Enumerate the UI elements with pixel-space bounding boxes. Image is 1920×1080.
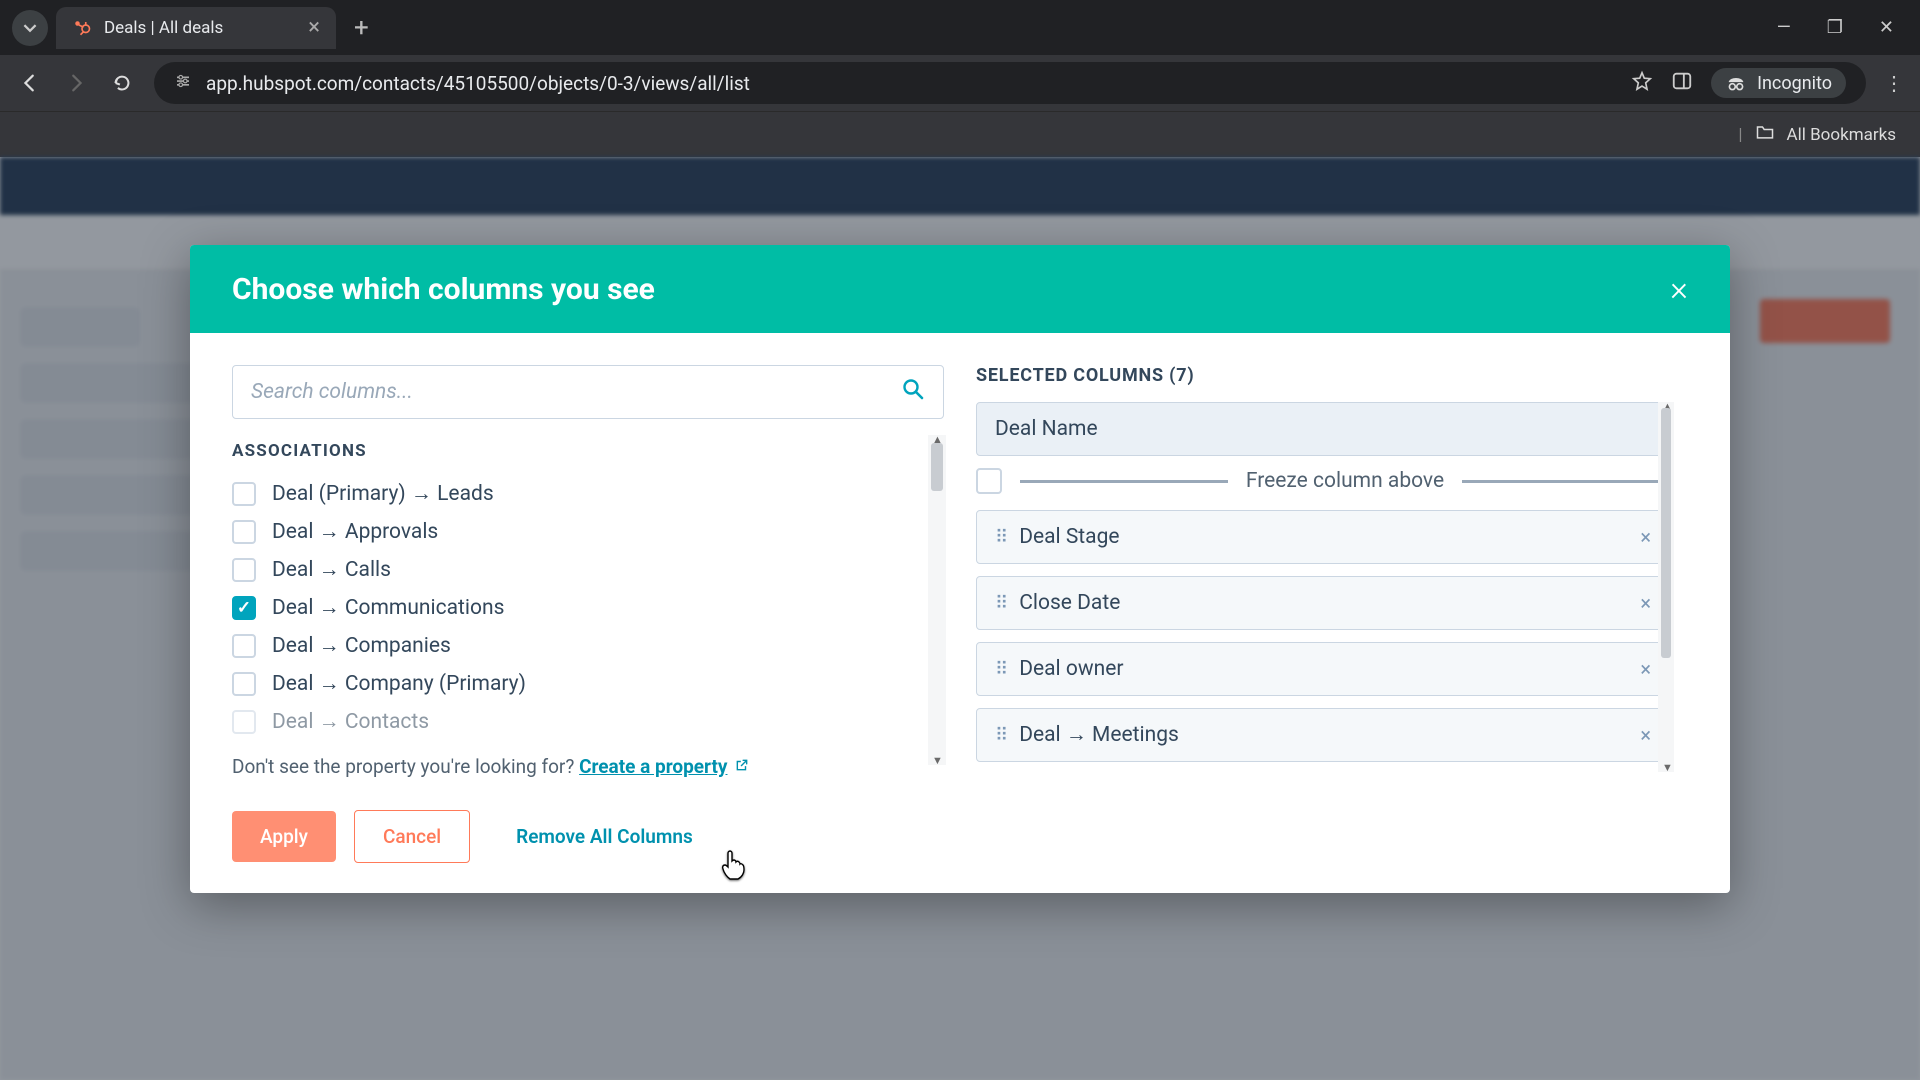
drag-handle-icon[interactable]: ⠿ — [995, 593, 1005, 614]
close-window-icon[interactable]: ✕ — [1879, 17, 1894, 38]
selected-column-item[interactable]: ⠿ Deal Stage × — [976, 510, 1670, 564]
site-settings-icon[interactable] — [174, 72, 192, 94]
search-columns-field[interactable] — [232, 365, 944, 419]
nav-forward-icon[interactable] — [62, 72, 90, 94]
checkbox[interactable] — [232, 482, 256, 506]
freeze-label: Freeze column above — [1246, 469, 1444, 493]
column-label: Deal owner — [1019, 657, 1123, 681]
create-property-link[interactable]: Create a property — [579, 755, 727, 778]
selected-column-item[interactable]: ⠿ Deal owner × — [976, 642, 1670, 696]
selected-column-item[interactable]: ⠿ Close Date × — [976, 576, 1670, 630]
apply-button[interactable]: Apply — [232, 811, 336, 862]
close-icon[interactable]: × — [1670, 269, 1688, 309]
url-text: app.hubspot.com/contacts/45105500/object… — [206, 72, 750, 95]
helper-text: Don't see the property you're looking fo… — [232, 755, 944, 778]
association-row[interactable]: Deal → Contacts — [232, 703, 920, 741]
nav-reload-icon[interactable] — [108, 72, 136, 94]
association-label: Deal → Approvals — [272, 520, 438, 544]
remove-column-icon[interactable]: × — [1640, 525, 1651, 549]
bookmark-bar: | All Bookmarks — [0, 111, 1920, 157]
edit-columns-modal: Choose which columns you see × ASSOCIATI… — [190, 245, 1730, 893]
scroll-down-icon[interactable]: ▼ — [1662, 761, 1673, 774]
scrollbar-thumb[interactable] — [931, 443, 943, 491]
association-label: Deal (Primary) → Leads — [272, 482, 494, 506]
checkbox[interactable] — [232, 710, 256, 734]
url-bar[interactable]: app.hubspot.com/contacts/45105500/object… — [154, 62, 1866, 104]
external-link-icon — [731, 760, 748, 776]
remove-column-icon[interactable]: × — [1640, 591, 1651, 615]
column-label: Deal Name — [995, 417, 1098, 441]
association-label: Deal → Calls — [272, 558, 391, 582]
browser-tab[interactable]: Deals | All deals × — [56, 7, 336, 49]
association-row[interactable]: Deal → Approvals — [232, 513, 920, 551]
drag-handle-icon[interactable]: ⠿ — [995, 659, 1005, 680]
maximize-icon[interactable]: ❐ — [1827, 17, 1843, 38]
column-label: Deal Stage — [1019, 525, 1119, 549]
incognito-badge[interactable]: Incognito — [1711, 68, 1846, 98]
modal-header: Choose which columns you see × — [190, 245, 1730, 333]
right-scrollbar[interactable]: ▲ ▼ — [1658, 402, 1674, 772]
remove-all-columns-button[interactable]: Remove All Columns — [488, 811, 721, 862]
association-row[interactable]: Deal → Communications — [232, 589, 920, 627]
selected-columns-title: SELECTED COLUMNS (7) — [976, 365, 1688, 386]
bookmark-star-icon[interactable] — [1631, 70, 1653, 97]
all-bookmarks-link[interactable]: All Bookmarks — [1787, 125, 1896, 145]
panel-icon[interactable] — [1671, 70, 1693, 97]
associations-scroll: ASSOCIATIONS Deal (Primary) → Leads Deal… — [232, 419, 944, 741]
selected-column-item[interactable]: ⠿ Deal → Meetings × — [976, 708, 1670, 762]
hubspot-favicon-icon — [72, 18, 92, 38]
remove-column-icon[interactable]: × — [1640, 723, 1651, 747]
scrollbar-thumb[interactable] — [1661, 408, 1671, 658]
tab-close-icon[interactable]: × — [308, 15, 320, 40]
drag-handle-icon[interactable]: ⠿ — [995, 527, 1005, 548]
checkbox[interactable] — [232, 596, 256, 620]
section-label: ASSOCIATIONS — [232, 441, 920, 461]
checkbox[interactable] — [232, 672, 256, 696]
search-icon[interactable] — [901, 377, 925, 407]
association-label: Deal → Companies — [272, 634, 451, 658]
association-row[interactable]: Deal → Calls — [232, 551, 920, 589]
drag-handle-icon[interactable]: ⠿ — [995, 725, 1005, 746]
association-row[interactable]: Deal (Primary) → Leads — [232, 475, 920, 513]
tab-title: Deals | All deals — [104, 18, 223, 38]
association-label: Deal → Company (Primary) — [272, 672, 526, 696]
left-scrollbar[interactable]: ▲ ▼ — [928, 435, 946, 765]
search-input[interactable] — [251, 380, 901, 404]
minimize-icon[interactable]: — — [1777, 17, 1791, 38]
frozen-column-item[interactable]: Deal Name — [976, 402, 1670, 456]
remove-column-icon[interactable]: × — [1640, 657, 1651, 681]
freeze-checkbox[interactable] — [976, 468, 1002, 494]
association-row[interactable]: Deal → Companies — [232, 627, 920, 665]
association-label: Deal → Communications — [272, 596, 504, 620]
cancel-button[interactable]: Cancel — [354, 810, 470, 863]
scroll-down-icon[interactable]: ▼ — [932, 754, 943, 767]
window-controls: — ❐ ✕ — [1777, 17, 1908, 38]
checkbox[interactable] — [232, 634, 256, 658]
modal-footer: Apply Cancel Remove All Columns — [190, 790, 1730, 893]
browser-menu-icon[interactable]: ⋮ — [1884, 71, 1904, 95]
checkbox[interactable] — [232, 558, 256, 582]
new-tab-button[interactable]: + — [344, 13, 379, 43]
incognito-label: Incognito — [1757, 73, 1832, 94]
nav-back-icon[interactable] — [16, 72, 44, 94]
bookmark-folder-icon — [1755, 122, 1775, 147]
tab-history-button[interactable] — [12, 10, 48, 46]
browser-nav-bar: app.hubspot.com/contacts/45105500/object… — [0, 55, 1920, 111]
association-row[interactable]: Deal → Company (Primary) — [232, 665, 920, 703]
column-label: Close Date — [1019, 591, 1120, 615]
browser-tab-strip: Deals | All deals × + — ❐ ✕ — [0, 0, 1920, 55]
freeze-divider: Freeze column above — [976, 468, 1670, 494]
column-label: Deal → Meetings — [1019, 723, 1179, 747]
checkbox[interactable] — [232, 520, 256, 544]
modal-title: Choose which columns you see — [232, 272, 655, 307]
association-label: Deal → Contacts — [272, 710, 429, 734]
